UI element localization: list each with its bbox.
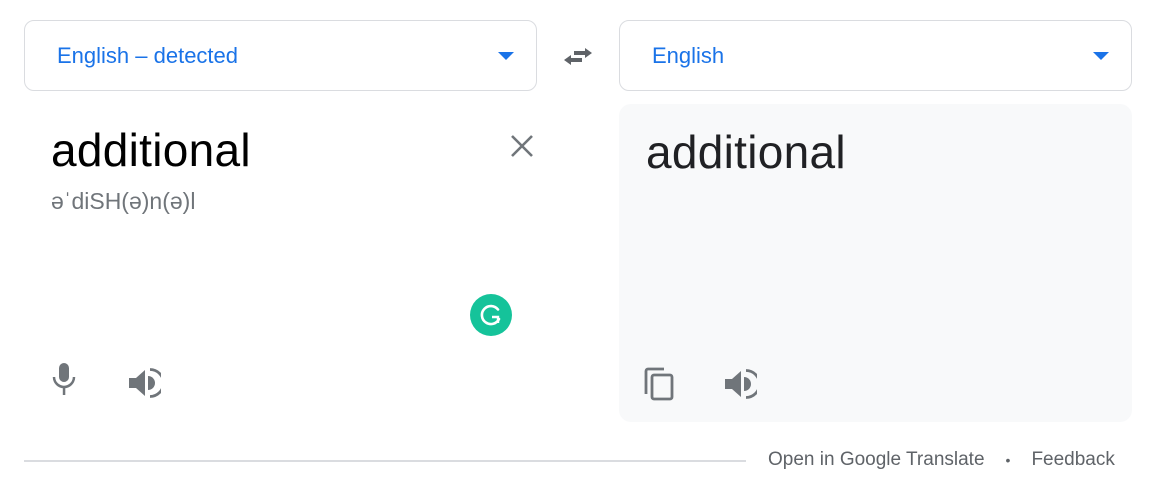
listen-translation-button[interactable] <box>720 364 760 404</box>
copy-translation-button[interactable] <box>639 364 679 404</box>
copy-icon <box>644 367 674 401</box>
feedback-link[interactable]: Feedback <box>1031 449 1114 471</box>
footer-separator: • <box>1005 452 1011 468</box>
dropdown-arrow-icon <box>498 51 514 60</box>
translation-text: additional <box>646 126 846 178</box>
clear-text-button[interactable] <box>507 131 537 161</box>
target-panel: additional <box>619 104 1132 422</box>
microphone-button[interactable] <box>44 359 84 399</box>
listen-source-button[interactable] <box>124 363 164 403</box>
phonetic-transcription: əˈdiSH(ə)n(ə)l <box>51 188 196 214</box>
microphone-icon <box>52 363 76 395</box>
grammarly-button[interactable] <box>470 294 512 336</box>
footer-divider <box>24 460 746 462</box>
source-language-label: English – detected <box>57 42 239 68</box>
swap-arrows-icon <box>564 48 592 65</box>
dropdown-arrow-icon <box>1093 51 1109 60</box>
footer-links: Open in Google Translate • Feedback <box>768 449 1115 471</box>
source-language-select[interactable]: English – detected <box>24 20 537 91</box>
source-text-input[interactable]: additional <box>51 123 251 177</box>
target-language-select[interactable]: English <box>619 20 1132 91</box>
close-icon <box>511 135 533 157</box>
speaker-icon <box>129 368 161 398</box>
open-in-google-translate-link[interactable]: Open in Google Translate <box>768 449 985 471</box>
target-language-label: English <box>652 42 725 68</box>
speaker-icon <box>725 369 757 399</box>
swap-languages-button[interactable] <box>556 42 600 72</box>
source-panel: additional əˈdiSH(ə)n(ə)l <box>24 104 537 422</box>
grammarly-icon <box>480 304 501 326</box>
